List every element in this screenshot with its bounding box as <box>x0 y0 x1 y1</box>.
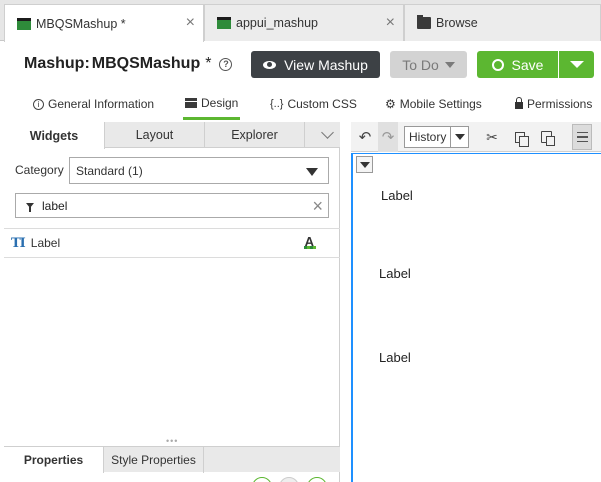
history-select[interactable]: History <box>404 126 469 148</box>
info-icon: i <box>33 98 44 110</box>
tab-layout[interactable]: Layout <box>105 122 205 148</box>
caret-down-icon <box>569 61 584 68</box>
circle-icon <box>491 58 504 71</box>
tab-general-information[interactable]: i General Information <box>33 88 154 120</box>
save-button[interactable]: Save <box>477 51 558 78</box>
sub-navigation: i General Information Design {..} Custom… <box>0 88 601 120</box>
canvas-label-widget[interactable]: Label <box>381 188 413 203</box>
caret-down-icon <box>444 61 455 68</box>
caret-down-icon <box>450 127 468 147</box>
tab-browse[interactable]: Browse <box>404 4 601 41</box>
nav-label: Permissions <box>527 97 593 111</box>
tab-design[interactable]: Design <box>183 88 241 120</box>
canvas-menu-icon[interactable] <box>356 156 373 173</box>
design-canvas[interactable]: Label Label Label <box>351 153 601 482</box>
eye-icon <box>263 60 277 69</box>
canvas-label-widget[interactable]: Label <box>379 350 411 365</box>
resize-grip-icon[interactable]: ••• <box>166 436 178 446</box>
mashup-icon <box>217 17 231 29</box>
paste-icon <box>540 131 555 146</box>
widget-filter-input[interactable]: label × <box>15 193 329 218</box>
tab-appui-mashup[interactable]: appui_mashup × <box>204 4 404 41</box>
design-icon <box>185 97 197 108</box>
tab-mbqsmashup[interactable]: MBQSMashup * × <box>4 4 204 42</box>
chevron-down-icon[interactable] <box>321 126 334 139</box>
category-label: Category <box>15 163 64 177</box>
tab-widgets[interactable]: Widgets <box>4 122 105 149</box>
canvas-toolbar: ↶ ↷ History ✂ <box>351 122 601 152</box>
tab-label: appui_mashup <box>236 16 319 30</box>
status-circle-icon[interactable] <box>279 477 299 482</box>
bottom-tabs: Properties Style Properties <box>4 446 340 473</box>
caret-down-icon <box>306 168 318 176</box>
mashup-icon <box>17 17 31 30</box>
gear-icon: ⚙ <box>385 97 396 111</box>
mashup-name[interactable]: MBQSMashup <box>92 55 200 73</box>
todo-button[interactable]: To Do <box>390 51 467 78</box>
status-circle-icon[interactable] <box>252 477 272 482</box>
help-icon[interactable]: ? <box>219 57 233 71</box>
view-mashup-button[interactable]: View Mashup <box>251 51 380 78</box>
text-label-icon: TI <box>11 235 26 251</box>
redo-icon[interactable]: ↷ <box>378 122 398 152</box>
layout-toggle-button[interactable] <box>571 122 593 152</box>
canvas-label-widget[interactable]: Label <box>379 266 411 281</box>
tab-bar: MBQSMashup * × appui_mashup × Browse <box>0 0 601 42</box>
save-label: Save <box>511 56 544 73</box>
close-icon[interactable]: × <box>186 14 195 32</box>
category-value: Standard (1) <box>76 163 143 178</box>
paste-button[interactable] <box>536 122 556 152</box>
view-mashup-label: View Mashup <box>284 56 368 73</box>
copy-icon <box>515 131 529 147</box>
nav-label: Custom CSS <box>287 97 357 111</box>
layout-icon <box>572 124 592 150</box>
tab-style-properties[interactable]: Style Properties <box>104 447 204 473</box>
scissors-icon[interactable]: ✂ <box>482 122 502 152</box>
tab-mobile-settings[interactable]: ⚙ Mobile Settings <box>385 88 482 120</box>
tab-label: Browse <box>436 16 478 30</box>
todo-label: To Do <box>402 56 439 73</box>
tab-label: MBQSMashup * <box>36 16 126 31</box>
braces-icon: {..} <box>270 98 284 110</box>
undo-icon[interactable]: ↶ <box>355 122 375 152</box>
filter-value: label <box>42 198 68 213</box>
panel-tabs: Widgets Layout Explorer <box>4 122 340 149</box>
nav-label: General Information <box>48 97 155 111</box>
nav-label: Mobile Settings <box>399 97 482 111</box>
widget-item-label[interactable]: TI Label A <box>4 229 340 258</box>
page-title: Mashup: MBQSMashup * ? <box>24 55 233 73</box>
category-select[interactable]: Standard (1) <box>69 157 329 184</box>
tab-permissions[interactable]: Permissions <box>515 88 592 120</box>
widgets-panel: Widgets Layout Explorer Category Standar… <box>4 122 340 482</box>
nav-label: Design <box>201 95 239 110</box>
folder-icon <box>417 15 431 29</box>
filter-icon <box>26 203 34 212</box>
modified-marker: * <box>205 55 212 72</box>
title-prefix: Mashup: <box>24 55 90 72</box>
tab-custom-css[interactable]: {..} Custom CSS <box>270 88 357 120</box>
clear-icon[interactable]: × <box>312 196 323 217</box>
save-dropdown-button[interactable] <box>559 51 594 78</box>
copy-button[interactable] <box>510 122 530 152</box>
widget-label: Label <box>30 236 61 250</box>
tab-explorer[interactable]: Explorer <box>205 122 305 148</box>
status-circle-icon[interactable] <box>307 477 327 482</box>
style-format-icon[interactable]: A <box>303 234 317 249</box>
history-label: History <box>409 130 447 144</box>
close-icon[interactable]: × <box>386 14 395 32</box>
lock-icon <box>515 97 523 109</box>
tab-properties[interactable]: Properties <box>4 447 104 473</box>
